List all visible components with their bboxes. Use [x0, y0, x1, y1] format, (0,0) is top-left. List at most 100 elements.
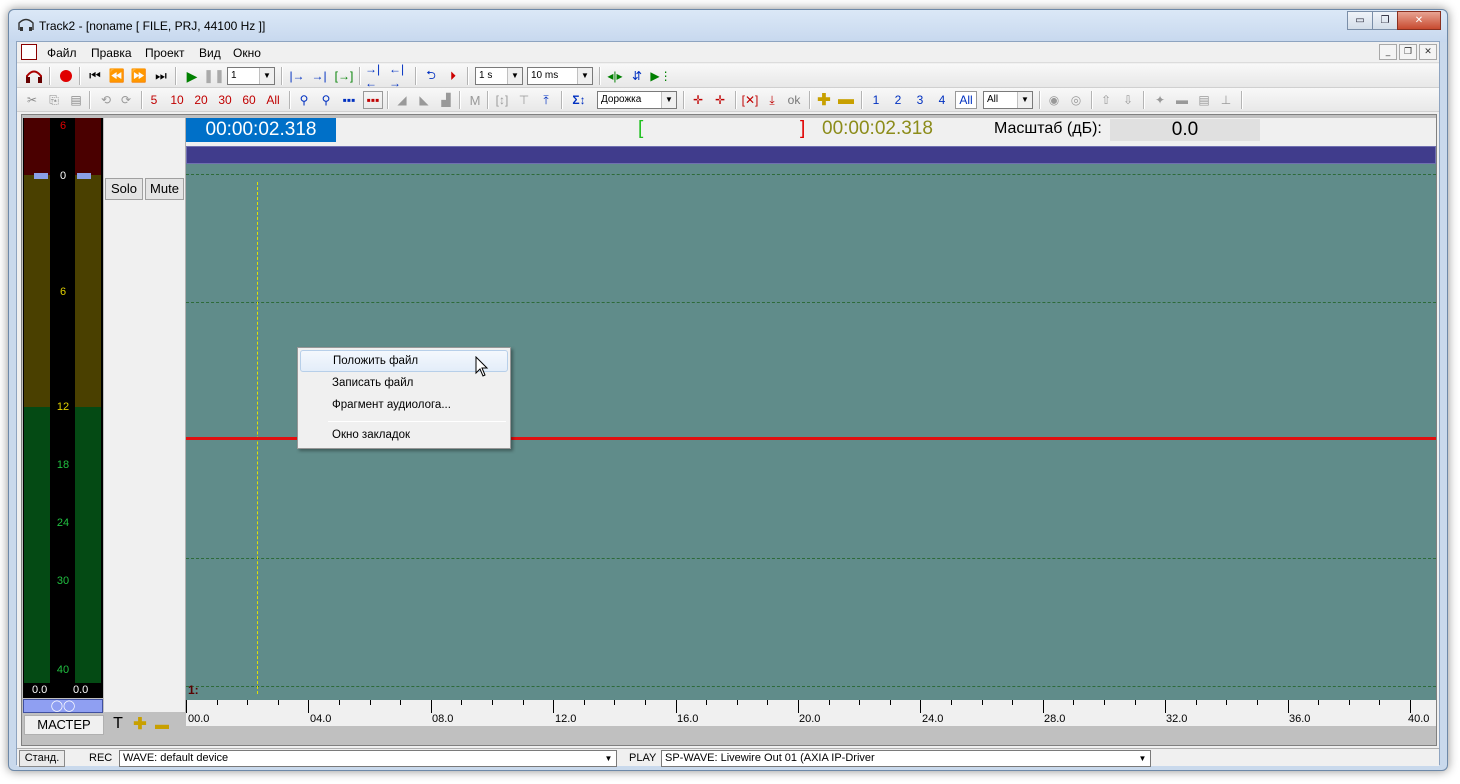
layout-2-icon[interactable]: ▤ — [1195, 91, 1213, 109]
zoom-out-icon[interactable]: ⚲ — [317, 91, 335, 109]
zoom-10-button[interactable]: 10 — [167, 91, 187, 109]
select-range-icon[interactable]: [→] — [333, 67, 355, 85]
menu-edit[interactable]: Правка — [91, 46, 132, 60]
zoom-30-button[interactable]: 30 — [215, 91, 235, 109]
zoom-horizontal-icon[interactable]: ◂|▸ — [605, 67, 625, 85]
left-level-marker[interactable] — [34, 173, 48, 179]
sum-button[interactable]: Σ↕ — [567, 91, 591, 109]
move-left-marker-icon[interactable]: →|← — [365, 62, 387, 90]
remove-icon[interactable]: ▬ — [154, 715, 170, 733]
add-icon[interactable]: ✚ — [132, 715, 148, 733]
text-tool-icon[interactable]: T — [110, 715, 126, 733]
menu-window[interactable]: Окно — [233, 46, 261, 60]
fade-in-icon[interactable]: ◢ — [393, 91, 411, 109]
headphones-icon[interactable] — [23, 67, 45, 85]
fast-forward-icon[interactable]: ⏩ — [129, 67, 149, 85]
track-4-button[interactable]: 4 — [935, 91, 949, 109]
layout-1-icon[interactable]: ▬ — [1173, 91, 1191, 109]
move-right-marker-icon[interactable]: ←|→ — [389, 62, 411, 90]
zoom-60-button[interactable]: 60 — [239, 91, 259, 109]
track-1-button[interactable]: 1 — [869, 91, 883, 109]
document-icon[interactable] — [21, 44, 37, 60]
mdi-minimize-button[interactable]: _ — [1379, 44, 1397, 60]
mark-button[interactable]: M — [467, 91, 483, 109]
menu-project[interactable]: Проект — [145, 46, 185, 60]
dots-blue-icon[interactable]: ▪▪▪ — [339, 91, 359, 109]
align-top-icon[interactable]: ⊤ — [515, 91, 533, 109]
copy-icon[interactable]: ⎘ — [45, 91, 63, 109]
go-start-icon[interactable]: ⏮ — [85, 67, 105, 85]
fade-out-icon[interactable]: ◣ — [415, 91, 433, 109]
track-2-button[interactable]: 2 — [891, 91, 905, 109]
time-ruler[interactable]: 00.0 04.0 08.0 12.0 16.0 20.0 24.0 28.0 … — [186, 700, 1436, 726]
mdi-close-button[interactable]: ✕ — [1419, 44, 1437, 60]
split-icon[interactable]: ✛ — [689, 91, 707, 109]
scale-tick: 40 — [56, 664, 70, 676]
join-icon[interactable]: ✛ — [711, 91, 729, 109]
overview-bar[interactable] — [186, 146, 1436, 164]
solo-button[interactable]: Solo — [105, 178, 143, 200]
loop-icon[interactable]: ⮌ — [421, 67, 441, 85]
upload-icon[interactable]: ⤒ — [537, 91, 555, 109]
scale-tick: 30 — [56, 575, 70, 587]
set-start-icon[interactable]: |→ — [287, 67, 307, 85]
workspace: 6 0 6 12 18 24 30 40 0.0 0.0 ◯◯ МАСТЕР T… — [21, 114, 1437, 746]
dots-red-icon[interactable]: ▪▪▪ — [363, 91, 383, 109]
set-end-icon[interactable]: →| — [309, 67, 329, 85]
play-icon[interactable]: ▶ — [183, 67, 201, 85]
insert-marker-icon[interactable]: ⤓ — [763, 91, 781, 109]
grid-line — [186, 558, 1436, 559]
cut-icon[interactable]: ✂ — [23, 91, 41, 109]
mute-button[interactable]: Mute — [145, 178, 184, 200]
align-vertical-icon[interactable]: [↕] — [493, 91, 511, 109]
right-level-marker[interactable] — [77, 173, 91, 179]
plugin-icon[interactable]: ✦ — [1151, 91, 1169, 109]
step-select[interactable]: 1 s ▼ — [475, 67, 523, 85]
follow-icon[interactable]: ▶⋮ — [650, 67, 671, 85]
play-device-select[interactable]: SP-WAVE: Livewire Out 01 (AXIA IP-Driver… — [661, 750, 1151, 767]
link-channels-button[interactable]: ◯◯ — [23, 699, 103, 713]
minimize-button[interactable]: ▭ — [1347, 11, 1373, 30]
track-3-button[interactable]: 3 — [913, 91, 927, 109]
snap-icon[interactable]: ⇵ — [627, 67, 647, 85]
menu-view[interactable]: Вид — [199, 46, 221, 60]
zoom-all-button[interactable]: All — [263, 91, 283, 109]
track-mode-select[interactable]: Дорожка ▼ — [597, 91, 677, 109]
mouse-cursor-icon — [475, 356, 489, 377]
zoom-in-icon[interactable]: ⚲ — [295, 91, 313, 109]
track-filter-select[interactable]: All ▼ — [983, 91, 1033, 109]
arrow-down-icon[interactable]: ⇩ — [1119, 91, 1137, 109]
menu-file[interactable]: Файл — [47, 46, 77, 60]
ok-button[interactable]: ok — [785, 91, 803, 109]
loop-play-icon[interactable]: ⏵ — [443, 67, 463, 85]
undo-icon[interactable]: ⟲ — [97, 91, 115, 109]
envelope-icon[interactable]: ▟ — [437, 91, 455, 109]
repeat-count-select[interactable]: 1 ▼ — [227, 67, 275, 85]
remove-track-icon[interactable]: ▬ — [837, 91, 855, 109]
rec-device-select[interactable]: WAVE: default device ▼ — [119, 750, 617, 767]
add-track-icon[interactable]: ✚ — [815, 91, 833, 109]
pause-icon[interactable]: ❚❚ — [203, 67, 225, 85]
delete-marker-icon[interactable]: [✕] — [741, 91, 759, 109]
paste-icon[interactable]: ▤ — [67, 91, 85, 109]
close-button[interactable]: ✕ — [1397, 11, 1441, 30]
arrow-up-icon[interactable]: ⇧ — [1097, 91, 1115, 109]
scale-value[interactable]: 0.0 — [1110, 119, 1260, 141]
fine-step-select[interactable]: 10 ms ▼ — [527, 67, 593, 85]
menu-item-audio-fragment[interactable]: Фрагмент аудиолога... — [300, 394, 508, 416]
title-bar[interactable]: Track2 - [noname [ FILE, PRJ, 44100 Hz ]… — [9, 10, 1447, 42]
layout-3-icon[interactable]: ⊥ — [1217, 91, 1235, 109]
standard-mode-button[interactable]: Станд. — [19, 750, 65, 767]
menu-item-bookmarks-window[interactable]: Окно закладок — [300, 424, 508, 446]
zoom-5-button[interactable]: 5 — [147, 91, 161, 109]
mdi-restore-button[interactable]: ❐ — [1399, 44, 1417, 60]
go-end-icon[interactable]: ⏭ — [151, 67, 171, 85]
track-all-button[interactable]: All — [955, 91, 977, 109]
rewind-icon[interactable]: ⏪ — [107, 67, 127, 85]
zoom-20-button[interactable]: 20 — [191, 91, 211, 109]
record-icon[interactable] — [57, 67, 75, 85]
redo-icon[interactable]: ⟳ — [117, 91, 135, 109]
eye-icon[interactable]: ◉ — [1045, 91, 1063, 109]
maximize-button[interactable]: ❐ — [1372, 11, 1398, 30]
hide-icon[interactable]: ◎ — [1067, 91, 1085, 109]
